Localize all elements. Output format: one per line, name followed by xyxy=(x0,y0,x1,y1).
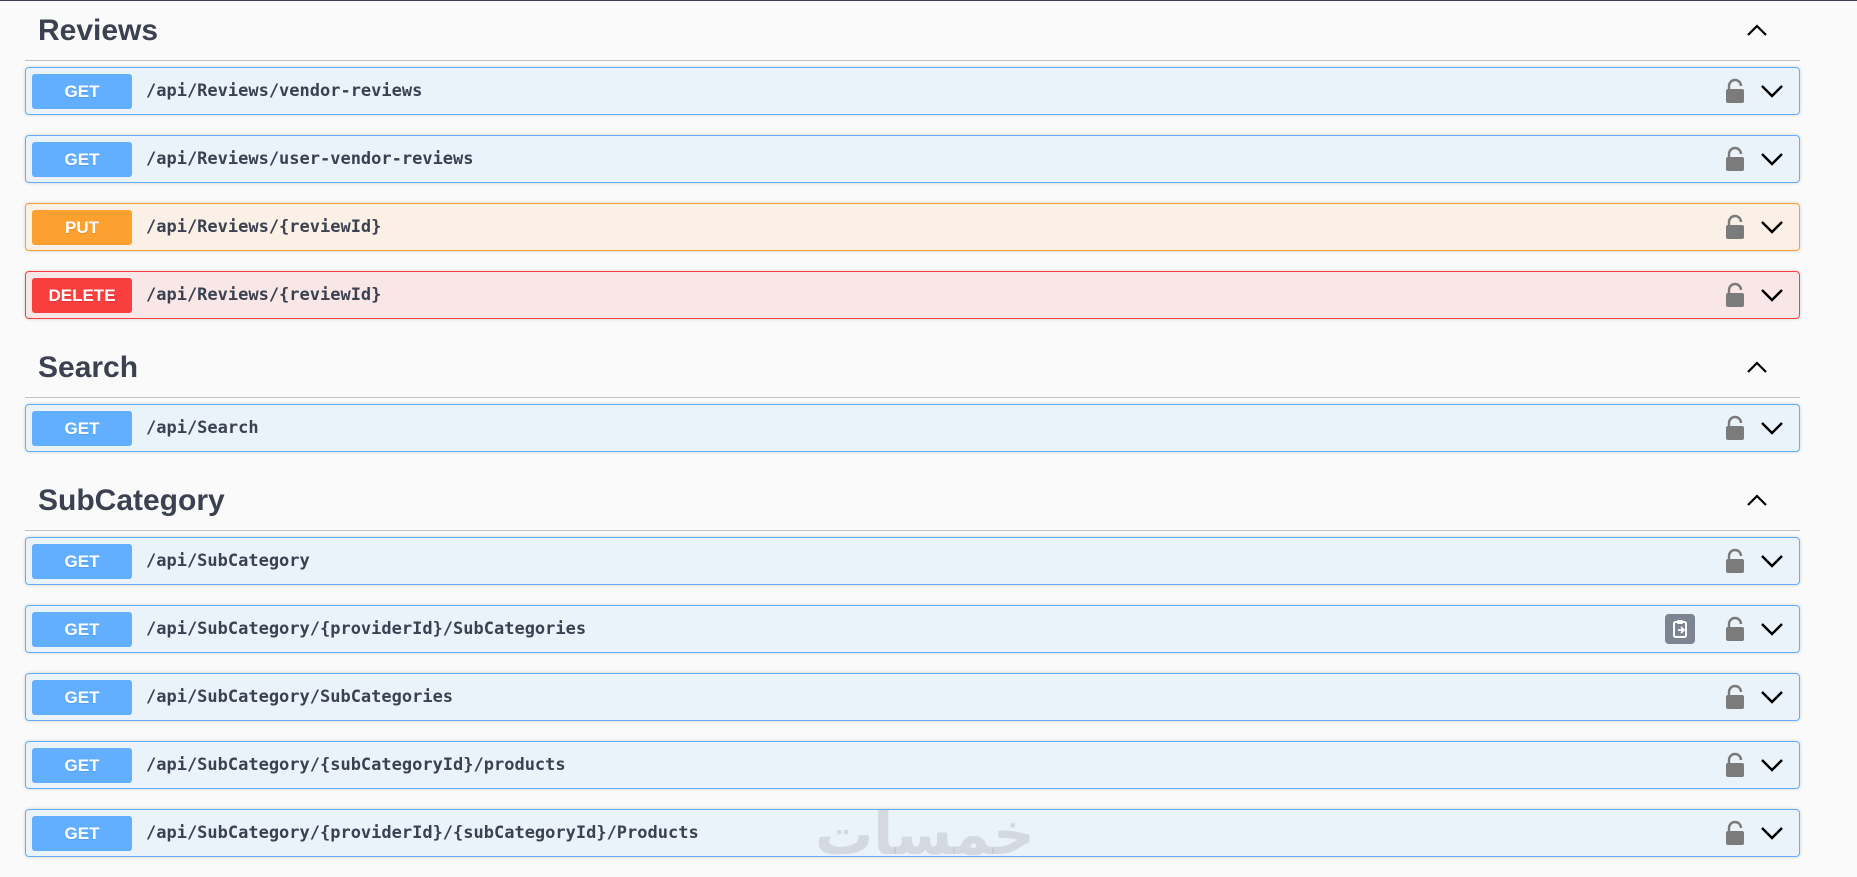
operation-row[interactable]: PUT /api/Reviews/{reviewId} xyxy=(25,203,1800,251)
chevron-down-icon[interactable] xyxy=(1759,284,1785,306)
operation-path: /api/SubCategory/SubCategories xyxy=(146,687,454,707)
tag-title: Reviews xyxy=(38,14,159,47)
operation-path: /api/Reviews/{reviewId} xyxy=(146,285,382,305)
chevron-up-icon[interactable] xyxy=(1744,488,1770,514)
method-badge: GET xyxy=(32,612,132,647)
operation-path: /api/Reviews/user-vendor-reviews xyxy=(146,149,474,169)
operation-path: /api/Search xyxy=(146,418,259,438)
lock-icon[interactable] xyxy=(1723,282,1747,308)
method-badge: DELETE xyxy=(32,278,132,313)
operation-row[interactable]: GET /api/Reviews/user-vendor-reviews xyxy=(25,135,1800,183)
operation-row[interactable]: GET /api/SubCategory/{providerId}/SubCat… xyxy=(25,605,1800,653)
method-badge: GET xyxy=(32,411,132,446)
lock-icon[interactable] xyxy=(1723,548,1747,574)
operation-row[interactable]: GET /api/SubCategory xyxy=(25,537,1800,585)
chevron-down-icon[interactable] xyxy=(1759,686,1785,708)
lock-icon[interactable] xyxy=(1723,684,1747,710)
lock-icon[interactable] xyxy=(1723,820,1747,846)
operation-path: /api/SubCategory/{providerId}/SubCategor… xyxy=(146,619,587,639)
lock-icon[interactable] xyxy=(1723,415,1747,441)
chevron-down-icon[interactable] xyxy=(1759,80,1785,102)
tag-header[interactable]: Search xyxy=(25,339,1800,398)
operation-row[interactable]: GET /api/SubCategory/{subCategoryId}/pro… xyxy=(25,741,1800,789)
lock-icon[interactable] xyxy=(1723,214,1747,240)
chevron-down-icon[interactable] xyxy=(1759,754,1785,776)
chevron-down-icon[interactable] xyxy=(1759,618,1785,640)
tag-title: Search xyxy=(38,351,139,384)
operation-row[interactable]: GET /api/SubCategory/SubCategories xyxy=(25,673,1800,721)
operation-path: /api/Reviews/{reviewId} xyxy=(146,217,382,237)
method-badge: GET xyxy=(32,544,132,579)
tag-title: SubCategory xyxy=(38,484,225,517)
chevron-down-icon[interactable] xyxy=(1759,822,1785,844)
chevron-down-icon[interactable] xyxy=(1759,216,1785,238)
tag-header[interactable]: SubCategory xyxy=(25,472,1800,531)
operation-row[interactable]: GET /api/Search xyxy=(25,404,1800,452)
watermark-logo: خمسات xyxy=(815,800,1035,868)
operation-path: /api/Reviews/vendor-reviews xyxy=(146,81,423,101)
tag-section-search: Search GET /api/Search xyxy=(25,339,1800,452)
chevron-down-icon[interactable] xyxy=(1759,550,1785,572)
chevron-down-icon[interactable] xyxy=(1759,148,1785,170)
method-badge: PUT xyxy=(32,210,132,245)
method-badge: GET xyxy=(32,74,132,109)
operation-row[interactable]: DELETE /api/Reviews/{reviewId} xyxy=(25,271,1800,319)
operation-path: /api/SubCategory/{subCategoryId}/product… xyxy=(146,755,566,775)
swagger-operations-list: Reviews GET /api/Reviews/vendor-reviews … xyxy=(25,0,1800,877)
chevron-up-icon[interactable] xyxy=(1744,18,1770,44)
operation-row[interactable]: GET /api/Reviews/vendor-reviews xyxy=(25,67,1800,115)
method-badge: GET xyxy=(32,142,132,177)
lock-icon[interactable] xyxy=(1723,78,1747,104)
chevron-up-icon[interactable] xyxy=(1744,355,1770,381)
operation-path: /api/SubCategory xyxy=(146,551,310,571)
method-badge: GET xyxy=(32,816,132,851)
lock-icon[interactable] xyxy=(1723,146,1747,172)
copy-to-clipboard-icon[interactable] xyxy=(1665,614,1695,644)
method-badge: GET xyxy=(32,680,132,715)
chevron-down-icon[interactable] xyxy=(1759,417,1785,439)
tag-header[interactable]: Reviews xyxy=(25,0,1800,61)
method-badge: GET xyxy=(32,748,132,783)
operation-path: /api/SubCategory/{providerId}/{subCatego… xyxy=(146,823,699,843)
lock-icon[interactable] xyxy=(1723,752,1747,778)
tag-section-reviews: Reviews GET /api/Reviews/vendor-reviews … xyxy=(25,0,1800,319)
lock-icon[interactable] xyxy=(1723,616,1747,642)
